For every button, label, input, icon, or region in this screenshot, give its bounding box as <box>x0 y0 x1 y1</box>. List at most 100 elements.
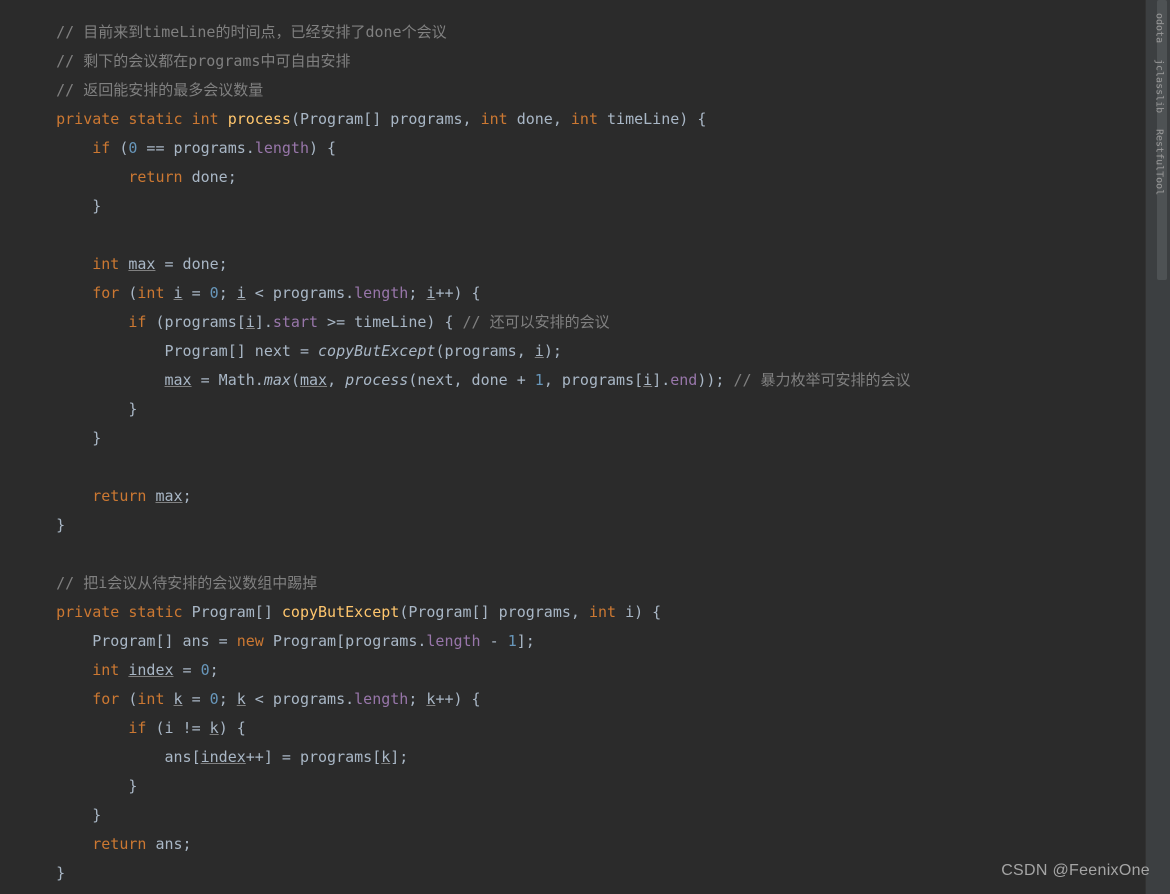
token-underline: i <box>643 371 652 389</box>
code-line[interactable]: private static Program[] copyButExcept(P… <box>20 598 1170 627</box>
code-line[interactable]: // 把i会议从待安排的会议数组中踢掉 <box>20 569 1170 598</box>
token-field: end <box>670 371 697 389</box>
token-paren: ; <box>408 284 426 302</box>
token-paren: ; <box>408 690 426 708</box>
token-underline: max <box>300 371 327 389</box>
code-line[interactable]: // 剩下的会议都在programs中可自由安排 <box>20 47 1170 76</box>
token-paren: ++) { <box>435 690 480 708</box>
token-paren: Program[programs. <box>273 632 427 650</box>
token-keyword: return <box>128 168 191 186</box>
token-field: start <box>273 313 318 331</box>
token-paren: ]. <box>255 313 273 331</box>
code-line[interactable]: Program[] next = copyButExcept(programs,… <box>20 337 1170 366</box>
code-line[interactable]: // 返回能安排的最多会议数量 <box>20 76 1170 105</box>
token-comment: // 目前来到timeLine的时间点，已经安排了done个会议 <box>56 23 446 41</box>
token-keyword: int <box>481 110 517 128</box>
watermark-text: CSDN @FeenixOne <box>1001 862 1150 880</box>
token-paren: ]. <box>652 371 670 389</box>
token-keyword: if <box>128 719 155 737</box>
code-line[interactable]: max = Math.max(max, process(next, done +… <box>20 366 1170 395</box>
token-paren: )); <box>697 371 733 389</box>
token-paren: } <box>56 864 65 882</box>
token-paren: } <box>92 806 101 824</box>
token-keyword: int <box>92 661 128 679</box>
code-line[interactable]: } <box>20 395 1170 424</box>
token-paren: < programs. <box>246 284 354 302</box>
token-paren: Program[] ans = <box>92 632 237 650</box>
token-field: length <box>354 284 408 302</box>
token-paren: = Math. <box>192 371 264 389</box>
tool-tab-jclasslib[interactable]: jclasslib <box>1152 51 1167 121</box>
token-keyword: for <box>92 690 128 708</box>
token-comment: // 把i会议从待安排的会议数组中踢掉 <box>56 574 317 592</box>
token-field: length <box>426 632 480 650</box>
token-paren: - <box>481 632 508 650</box>
token-paren: (i != <box>155 719 209 737</box>
token-paren: = done; <box>155 255 227 273</box>
code-line[interactable]: for (int i = 0; i < programs.length; i++… <box>20 279 1170 308</box>
token-paren: (programs[ <box>155 313 245 331</box>
token-paren: } <box>92 197 101 215</box>
token-keyword: if <box>92 139 119 157</box>
token-method-call-italic: process <box>345 371 408 389</box>
tool-window-tabs: odotajclasslibRestfulTool <box>1148 5 1170 204</box>
token-underline: k <box>210 719 219 737</box>
token-underline: max <box>165 371 192 389</box>
token-underline: i <box>535 342 544 360</box>
code-line[interactable]: return done; <box>20 163 1170 192</box>
token-underline: i <box>246 313 255 331</box>
token-paren: } <box>92 429 101 447</box>
token-keyword: int <box>92 255 128 273</box>
code-line[interactable]: if (0 == programs.length) { <box>20 134 1170 163</box>
token-paren: >= timeLine) { <box>318 313 463 331</box>
code-line[interactable]: private static int process(Program[] pro… <box>20 105 1170 134</box>
tool-tab-restfultool[interactable]: RestfulTool <box>1152 121 1167 203</box>
token-paren: (Program[] programs, <box>399 603 589 621</box>
token-paren: timeLine) { <box>607 110 706 128</box>
code-editor[interactable]: // 目前来到timeLine的时间点，已经安排了done个会议 // 剩下的会… <box>0 0 1170 888</box>
token-keyword: if <box>128 313 155 331</box>
code-line[interactable]: return ans; <box>20 830 1170 859</box>
token-paren: (Program[] programs, <box>291 110 481 128</box>
right-gutter-panel: odotajclasslibRestfulTool <box>1145 0 1170 894</box>
code-line[interactable] <box>20 453 1170 482</box>
code-line[interactable]: for (int k = 0; k < programs.length; k++… <box>20 685 1170 714</box>
code-line[interactable]: Program[] ans = new Program[programs.len… <box>20 627 1170 656</box>
code-line[interactable]: } <box>20 511 1170 540</box>
token-keyword: int <box>589 603 625 621</box>
code-line[interactable]: } <box>20 801 1170 830</box>
code-line[interactable]: if (programs[i].start >= timeLine) { // … <box>20 308 1170 337</box>
token-method-decl: copyButExcept <box>282 603 399 621</box>
code-line[interactable]: } <box>20 192 1170 221</box>
tool-tab-odota[interactable]: odota <box>1152 5 1167 51</box>
token-number: 0 <box>201 661 210 679</box>
token-comment: // 返回能安排的最多会议数量 <box>56 81 263 99</box>
code-line[interactable]: if (i != k) { <box>20 714 1170 743</box>
code-line[interactable]: int max = done; <box>20 250 1170 279</box>
token-paren: ( <box>291 371 300 389</box>
code-line[interactable]: } <box>20 859 1170 888</box>
token-paren: ; <box>219 284 237 302</box>
code-line[interactable]: int index = 0; <box>20 656 1170 685</box>
token-underline: max <box>155 487 182 505</box>
token-paren: } <box>128 777 137 795</box>
token-method-call-italic: max <box>264 371 291 389</box>
code-line[interactable]: // 目前来到timeLine的时间点，已经安排了done个会议 <box>20 18 1170 47</box>
token-paren: } <box>56 516 65 534</box>
token-field: length <box>255 139 309 157</box>
token-underline: max <box>128 255 155 273</box>
code-line[interactable] <box>20 221 1170 250</box>
token-paren: Program[] next = <box>165 342 319 360</box>
code-line[interactable]: ans[index++] = programs[k]; <box>20 743 1170 772</box>
token-paren: i) { <box>625 603 661 621</box>
code-line[interactable]: return max; <box>20 482 1170 511</box>
code-line[interactable]: } <box>20 424 1170 453</box>
token-paren: ans[ <box>165 748 201 766</box>
token-keyword: for <box>92 284 128 302</box>
token-comment: // 剩下的会议都在programs中可自由安排 <box>56 52 350 70</box>
code-line[interactable]: } <box>20 772 1170 801</box>
token-number: 1 <box>535 371 544 389</box>
token-paren: == programs. <box>137 139 254 157</box>
code-line[interactable] <box>20 540 1170 569</box>
token-paren: ]; <box>517 632 535 650</box>
